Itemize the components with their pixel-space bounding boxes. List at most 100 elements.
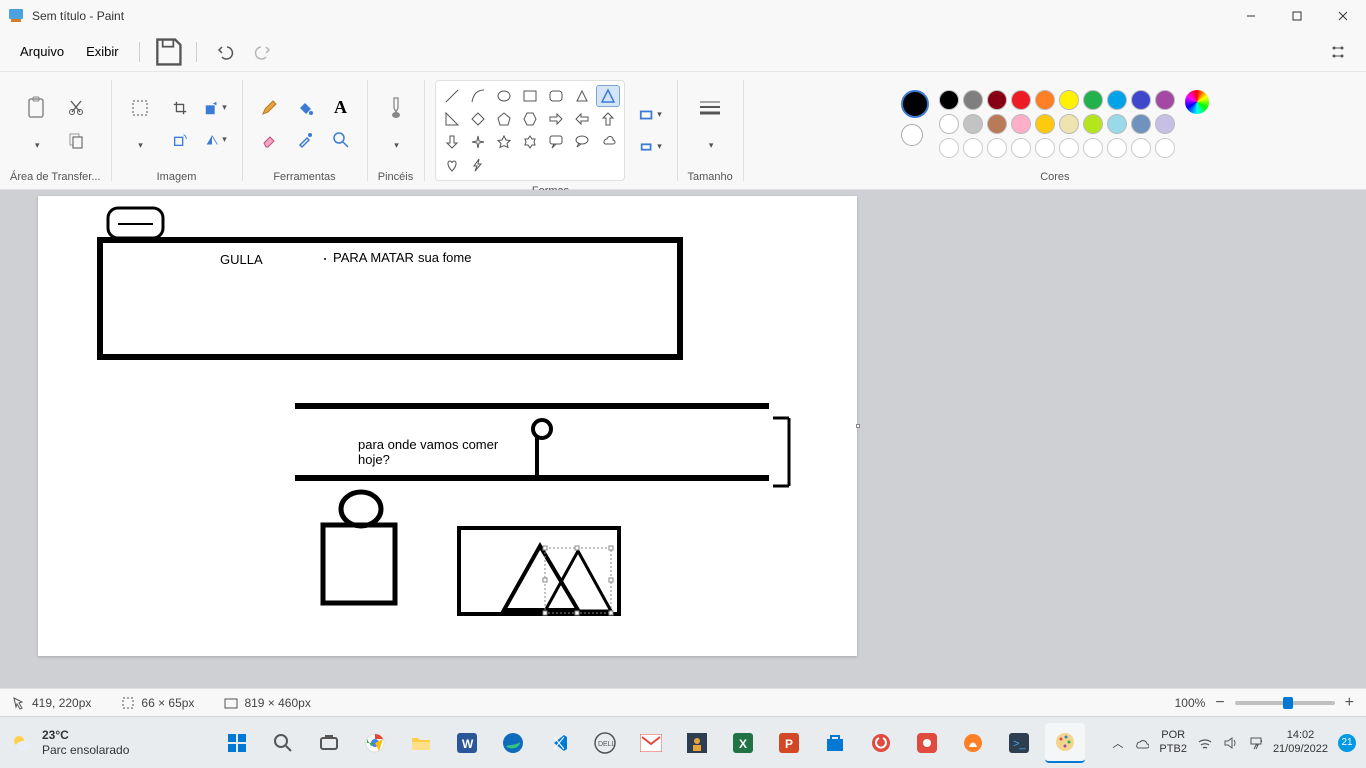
settings-button[interactable] [1322, 36, 1354, 68]
shape-arrow-left[interactable] [570, 108, 594, 130]
weather-widget[interactable]: 23°CParc ensolarado [10, 728, 190, 757]
eraser-tool[interactable] [253, 126, 285, 154]
save-button[interactable] [152, 36, 184, 68]
redo-button[interactable] [247, 36, 279, 68]
taskview-button[interactable] [309, 723, 349, 763]
shape-outline-button[interactable]: ▾ [635, 101, 667, 129]
color-swatch[interactable] [1059, 114, 1079, 134]
color-swatch-empty[interactable] [1155, 138, 1175, 158]
volume-icon[interactable] [1223, 736, 1239, 750]
word-icon[interactable]: W [447, 723, 487, 763]
color-swatch[interactable] [1011, 90, 1031, 110]
battery-icon[interactable] [1249, 735, 1263, 751]
notification-badge[interactable]: 21 [1338, 734, 1356, 752]
shape-fill-button[interactable]: ▾ [635, 133, 667, 161]
color-swatch-empty[interactable] [1083, 138, 1103, 158]
size-dropdown[interactable]: ▾ [694, 132, 726, 160]
color-swatch-empty[interactable] [1059, 138, 1079, 158]
picker-tool[interactable] [289, 126, 321, 154]
paint-taskbar-icon[interactable] [1045, 723, 1085, 763]
shape-star6[interactable] [518, 131, 542, 153]
color-swatch[interactable] [963, 90, 983, 110]
shape-right-triangle[interactable] [440, 108, 464, 130]
color-swatch-empty[interactable] [987, 138, 1007, 158]
tray-chevron-icon[interactable]: ︿ [1112, 735, 1123, 751]
shape-arrow-down[interactable] [440, 131, 464, 153]
terminal-icon[interactable]: >_ [999, 723, 1039, 763]
zoom-slider[interactable] [1235, 701, 1335, 705]
color-swatch[interactable] [1083, 90, 1103, 110]
rotate-button[interactable] [164, 126, 196, 154]
excel-icon[interactable]: X [723, 723, 763, 763]
color-swatch-empty[interactable] [1131, 138, 1151, 158]
shape-line[interactable] [440, 85, 464, 107]
search-button[interactable] [263, 723, 303, 763]
brush-dropdown[interactable]: ▾ [380, 132, 412, 160]
brush-button[interactable] [378, 88, 414, 128]
onedrive-icon[interactable] [1133, 735, 1149, 751]
vscode-icon[interactable] [539, 723, 579, 763]
recorder-icon[interactable] [907, 723, 947, 763]
size-button[interactable] [692, 88, 728, 128]
start-button[interactable] [217, 723, 257, 763]
color-swatch-empty[interactable] [1107, 138, 1127, 158]
shape-polygon[interactable] [570, 85, 594, 107]
color1-button[interactable] [901, 90, 929, 118]
workspace[interactable]: GULLA PARA MATAR sua fome para onde vamo… [0, 190, 1366, 688]
select-button[interactable] [122, 88, 158, 128]
zoom-out-button[interactable]: − [1215, 694, 1224, 712]
shape-pentagon[interactable] [492, 108, 516, 130]
app-icon-2[interactable] [953, 723, 993, 763]
color-swatch[interactable] [1107, 90, 1127, 110]
crop-button[interactable] [164, 94, 196, 122]
color-swatch[interactable] [1107, 114, 1127, 134]
text-tool[interactable]: A [325, 94, 357, 122]
color-swatch-empty[interactable] [1011, 138, 1031, 158]
shape-arrow-up[interactable] [596, 108, 620, 130]
shape-roundrect[interactable] [544, 85, 568, 107]
color-swatch-empty[interactable] [963, 138, 983, 158]
color2-button[interactable] [901, 124, 923, 146]
color-swatch[interactable] [963, 114, 983, 134]
color-swatch[interactable] [1155, 90, 1175, 110]
color-picker-button[interactable] [1185, 90, 1209, 114]
close-button[interactable] [1320, 0, 1366, 32]
fill-tool[interactable] [289, 94, 321, 122]
shape-arrow-right[interactable] [544, 108, 568, 130]
maximize-button[interactable] [1274, 0, 1320, 32]
paste-dropdown[interactable]: ▾ [20, 132, 52, 160]
dell-icon[interactable]: DELL [585, 723, 625, 763]
shape-callout-cloud[interactable] [596, 131, 620, 153]
shape-callout-rect[interactable] [544, 131, 568, 153]
ccleaner-icon[interactable] [861, 723, 901, 763]
shape-triangle[interactable] [596, 85, 620, 107]
app-icon-1[interactable] [677, 723, 717, 763]
powerpoint-icon[interactable]: P [769, 723, 809, 763]
color-swatch[interactable] [1083, 114, 1103, 134]
explorer-icon[interactable] [401, 723, 441, 763]
shape-oval[interactable] [492, 85, 516, 107]
edge-icon[interactable] [493, 723, 533, 763]
wifi-icon[interactable] [1197, 736, 1213, 750]
shapes-gallery[interactable] [435, 80, 625, 181]
color-swatch-empty[interactable] [939, 138, 959, 158]
file-menu[interactable]: Arquivo [12, 40, 72, 63]
store-icon[interactable] [815, 723, 855, 763]
select-dropdown[interactable]: ▾ [124, 132, 156, 160]
resize-button[interactable]: ▾ [200, 94, 232, 122]
shape-rect[interactable] [518, 85, 542, 107]
color-swatch[interactable] [987, 90, 1007, 110]
minimize-button[interactable] [1228, 0, 1274, 32]
zoom-in-button[interactable]: + [1345, 694, 1354, 712]
color-swatch[interactable] [1059, 90, 1079, 110]
shape-heart[interactable] [440, 154, 464, 176]
language-indicator[interactable]: PORPTB2 [1159, 729, 1187, 755]
gmail-icon[interactable] [631, 723, 671, 763]
color-swatch[interactable] [987, 114, 1007, 134]
shape-star4[interactable] [466, 131, 490, 153]
undo-button[interactable] [209, 36, 241, 68]
view-menu[interactable]: Exibir [78, 40, 127, 63]
shape-lightning[interactable] [466, 154, 490, 176]
zoom-tool[interactable] [325, 126, 357, 154]
shape-diamond[interactable] [466, 108, 490, 130]
